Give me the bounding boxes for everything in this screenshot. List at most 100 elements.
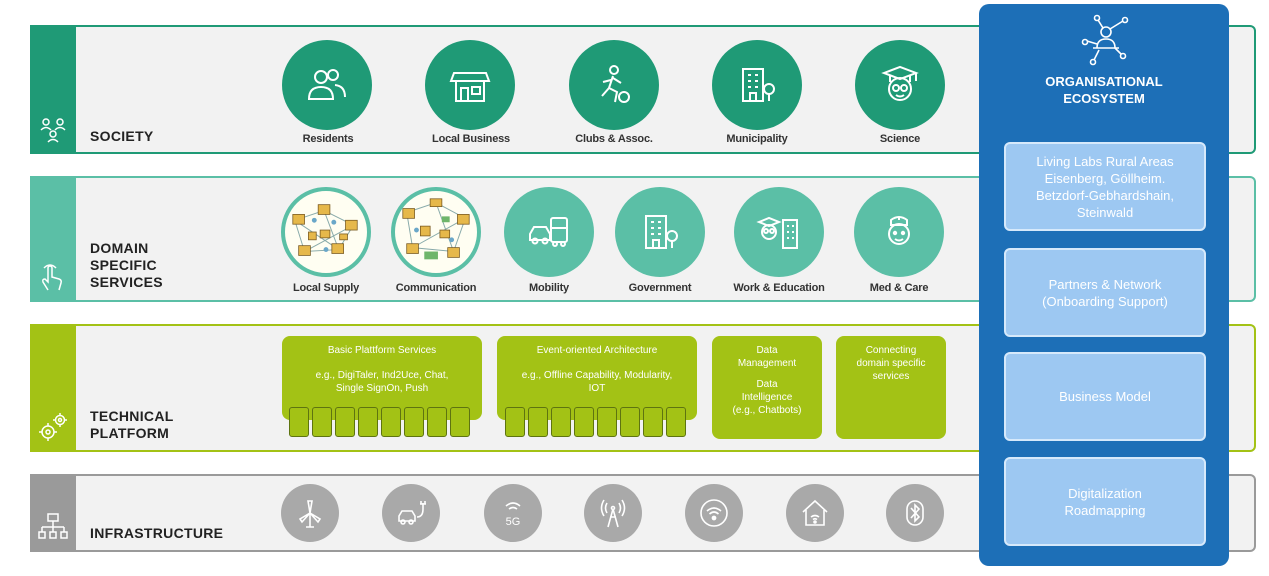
event-architecture-desc: e.g., Offline Capability, Modularity, IO… [497, 369, 697, 395]
data-box-line: Data [756, 345, 778, 356]
roadmapping-line: Digitalization [1068, 485, 1142, 501]
municipality-label: Municipality [726, 133, 788, 145]
local-supply-circle [281, 187, 371, 277]
work-education-label: Work & Education [733, 282, 825, 294]
domain-title-line: SPECIFIC [90, 257, 157, 273]
wind-energy-circle [281, 484, 339, 542]
mobility-circle [504, 187, 594, 277]
communication-illustration-icon [402, 198, 470, 260]
basic-platform-title: Basic Plattform Services [327, 345, 437, 356]
car-bus-icon [529, 217, 568, 247]
municipality-circle [712, 40, 802, 130]
domain-title-line: SERVICES [90, 274, 163, 290]
roadmapping-line: Roadmapping [1064, 502, 1146, 518]
module-block [381, 407, 401, 437]
event-architecture-desc-line: IOT [588, 383, 606, 394]
living-labs-line: Eisenberg, Göllheim. [1044, 170, 1166, 186]
event-architecture-modules [505, 407, 686, 437]
domain-title-line: DOMAIN [90, 240, 149, 256]
module-block [450, 407, 470, 437]
communication-label: Communication [395, 282, 477, 294]
partners-network-box: Partners & Network (Onboarding Support) [1004, 248, 1206, 337]
domain-title: DOMAIN SPECIFIC SERVICES [90, 240, 163, 291]
people-icon [307, 69, 346, 100]
wifi-circle [685, 484, 743, 542]
module-block [427, 407, 447, 437]
science-label: Science [879, 133, 921, 145]
graduate-icon [881, 65, 919, 101]
network-topology-icon [38, 513, 68, 539]
module-block [335, 407, 355, 437]
communication-circle [391, 187, 481, 277]
partners-line: Partners & Network [1048, 276, 1162, 292]
city-building-icon [742, 68, 775, 102]
digitalization-roadmapping-box: Digitalization Roadmapping [1004, 457, 1206, 546]
wind-turbine-icon [298, 500, 322, 528]
nurse-icon [888, 216, 910, 245]
gears-icon [39, 413, 67, 441]
med-care-circle [854, 187, 944, 277]
basic-platform-desc-line: Single SignOn, Push [335, 383, 429, 394]
module-block [289, 407, 309, 437]
organisational-ecosystem-panel: ORGANISATIONAL ECOSYSTEM Living Labs Rur… [979, 4, 1229, 566]
data-box-line: (e.g., Chatbots) [732, 405, 802, 416]
event-architecture-desc-line: e.g., Offline Capability, Modularity, [521, 370, 673, 381]
residents-circle [282, 40, 372, 130]
technical-title-line: TECHNICAL [90, 408, 174, 424]
local-business-label: Local Business [432, 133, 510, 145]
module-block [551, 407, 571, 437]
clubs-label: Clubs & Assoc. [575, 133, 653, 145]
society-bar [30, 25, 76, 154]
government-label: Government [628, 282, 692, 294]
fiveg-circle: 5G [484, 484, 542, 542]
touch-hand-icon [42, 264, 62, 291]
fiveg-signal-icon: 5G [505, 502, 521, 528]
network-person-icon [1081, 14, 1129, 66]
connecting-box-line: domain specific [856, 358, 926, 369]
people-network-icon [40, 118, 66, 143]
football-player-icon [601, 65, 630, 103]
work-education-circle [734, 187, 824, 277]
infrastructure-bar [30, 474, 76, 552]
event-architecture-title: Event-oriented Architecture [536, 345, 658, 356]
e-mobility-circle [382, 484, 440, 542]
living-labs-line: Betzdorf-Gebhardshain, [1035, 187, 1175, 203]
bluetooth-circle [886, 484, 944, 542]
residents-label: Residents [302, 133, 354, 145]
business-model-line: Business Model [1059, 389, 1151, 404]
smart-home-circle [786, 484, 844, 542]
local-business-circle [425, 40, 515, 130]
government-circle [615, 187, 705, 277]
module-block [643, 407, 663, 437]
module-block [666, 407, 686, 437]
technical-title-line: PLATFORM [90, 425, 170, 441]
ecosystem-title-line: ORGANISATIONAL [1045, 74, 1163, 89]
data-box-line: Intelligence [741, 392, 793, 403]
antenna-circle [584, 484, 642, 542]
connecting-box-line: services [872, 371, 910, 382]
fiveg-text: 5G [506, 516, 521, 528]
education-office-icon [756, 216, 798, 249]
module-block [574, 407, 594, 437]
society-title: SOCIETY [90, 128, 154, 144]
antenna-tower-icon [600, 499, 626, 528]
ecosystem-title-line: ECOSYSTEM [1063, 91, 1145, 106]
module-block [404, 407, 424, 437]
connecting-services-box: Connecting domain specific services [836, 336, 946, 439]
module-block [312, 407, 332, 437]
partners-line: (Onboarding Support) [1042, 293, 1168, 309]
basic-platform-desc: e.g., DigiTaler, Ind2Uce, Chat, Single S… [282, 369, 482, 395]
data-box-line: Data [756, 379, 778, 390]
infrastructure-title: INFRASTRUCTURE [90, 525, 224, 541]
basic-platform-modules [289, 407, 470, 437]
technical-title: TECHNICAL PLATFORM [90, 408, 174, 442]
government-building-icon [645, 215, 678, 249]
technical-bar [30, 324, 76, 452]
living-labs-line: Steinwald [1076, 204, 1134, 220]
clubs-circle [569, 40, 659, 130]
connecting-box-line: Connecting [865, 345, 917, 356]
electric-car-icon [398, 501, 426, 525]
ecosystem-title: ORGANISATIONAL ECOSYSTEM [979, 73, 1229, 107]
local-supply-illustration-icon [292, 204, 358, 256]
module-block [597, 407, 617, 437]
